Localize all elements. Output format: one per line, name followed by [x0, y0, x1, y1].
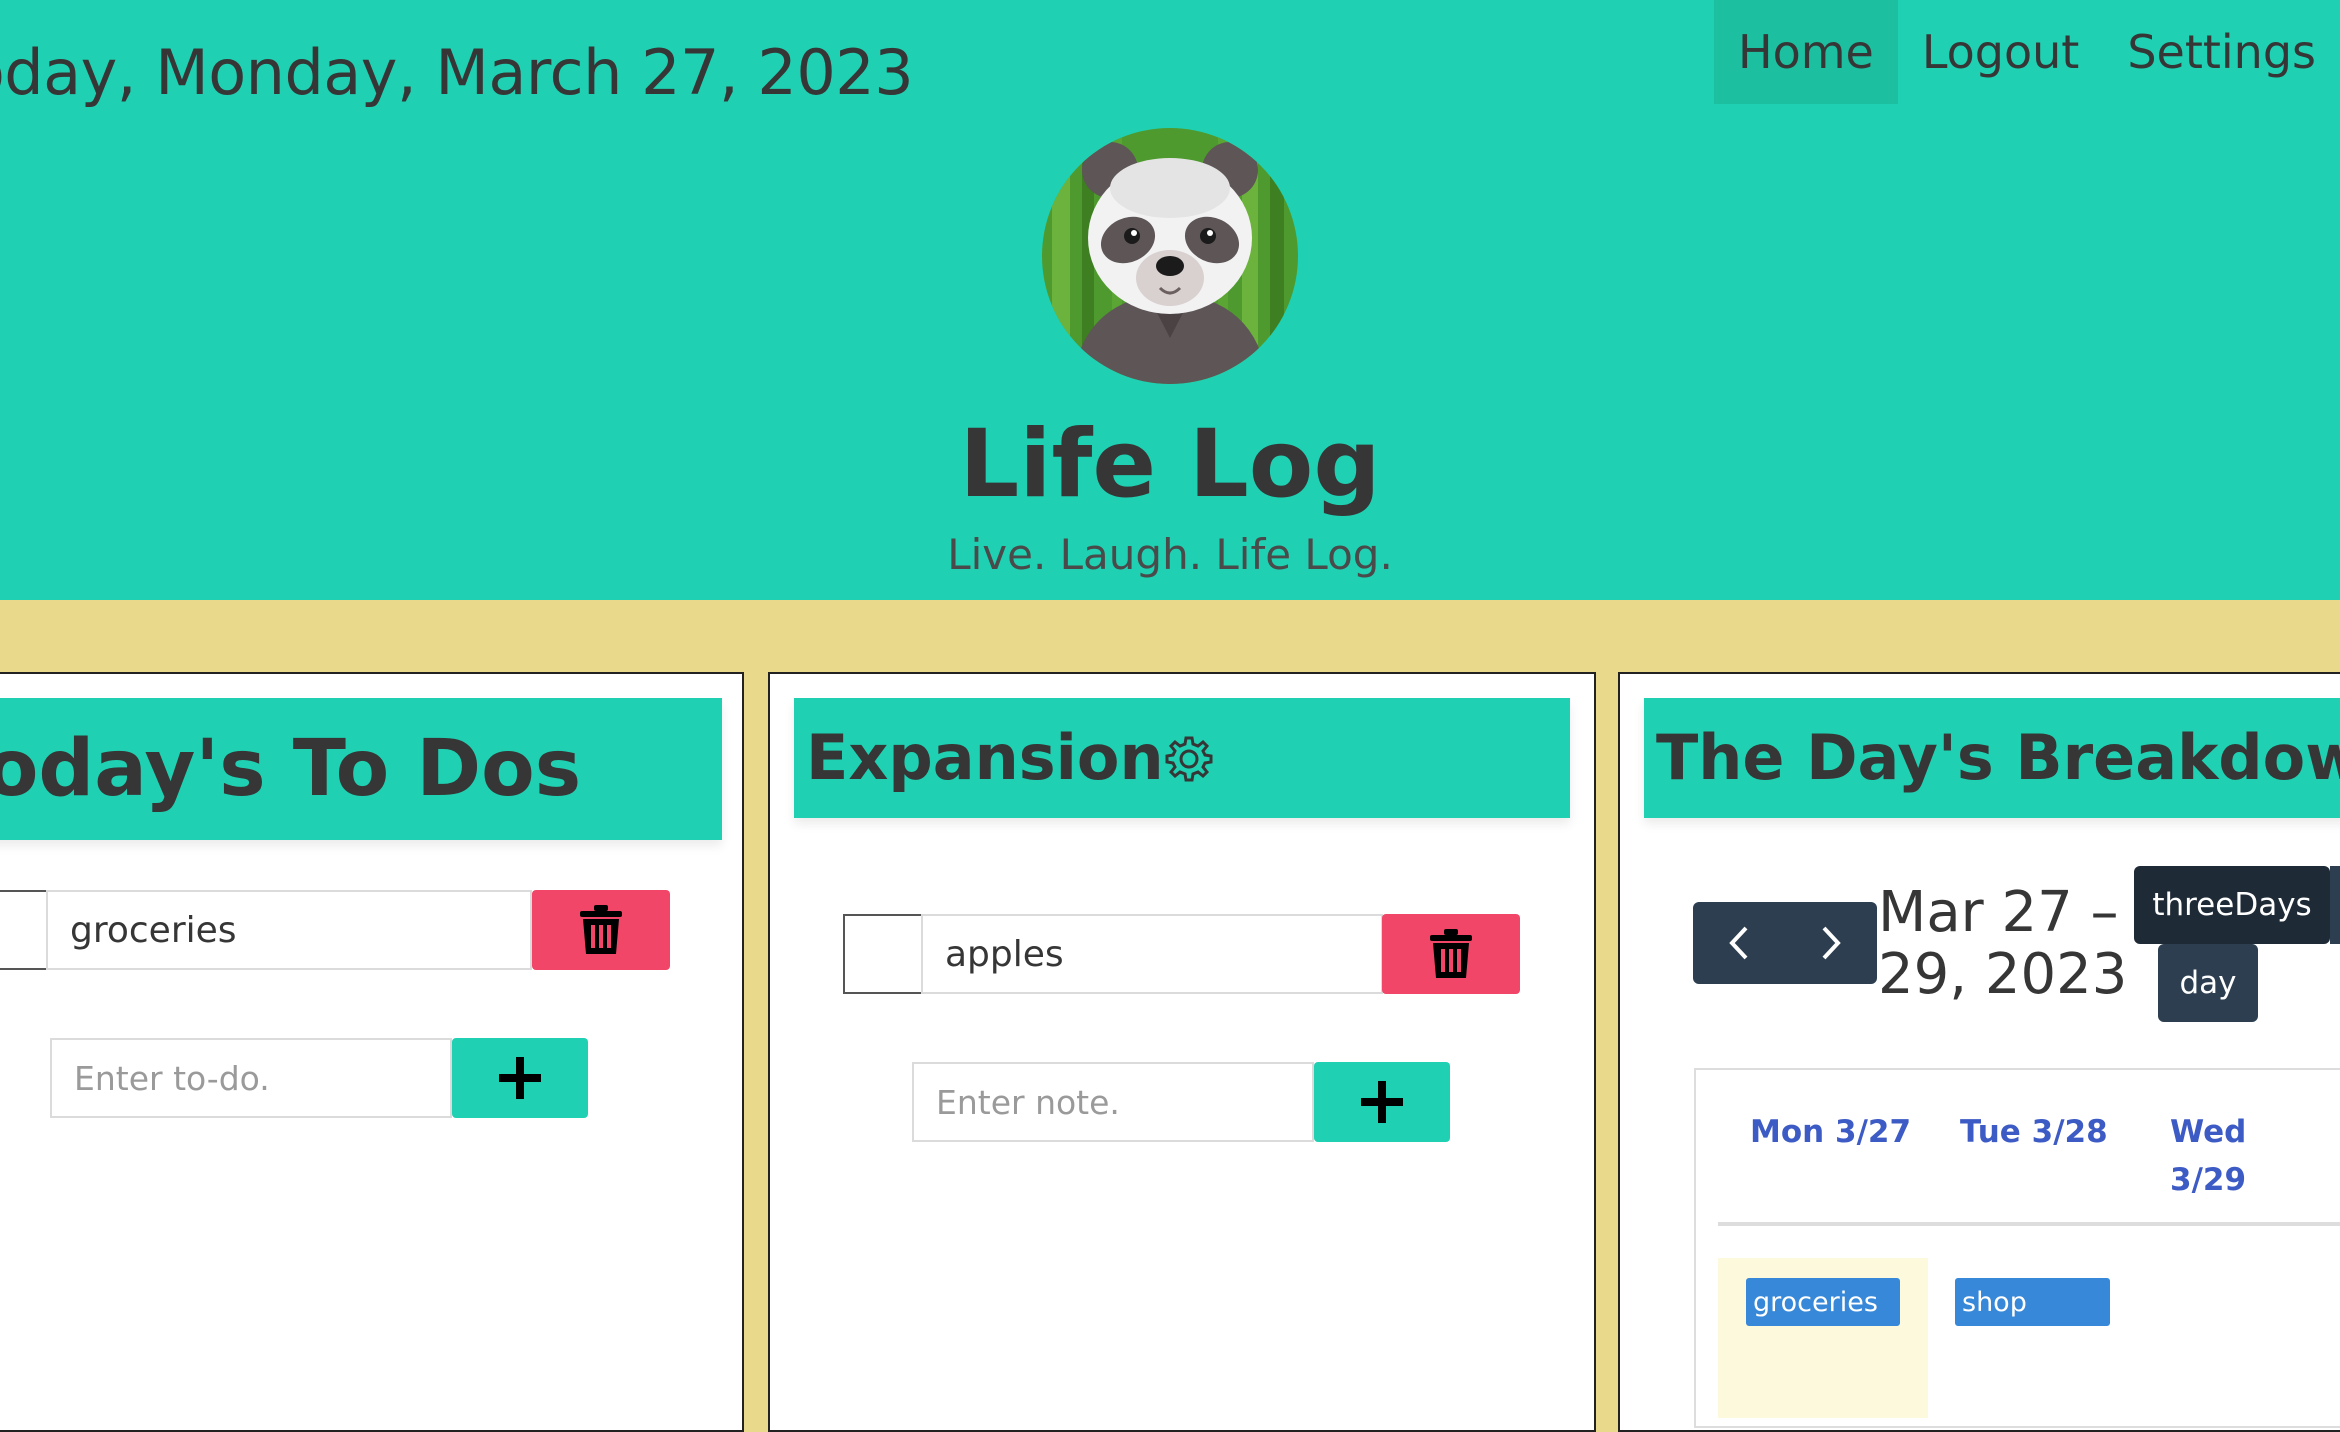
app-title: Life Log [959, 410, 1381, 519]
expansion-card-header: Expansion [794, 698, 1570, 818]
calendar-header-divider [1718, 1222, 2340, 1226]
view-threedays-button[interactable]: threeDays [2134, 866, 2330, 944]
todo-delete-button[interactable] [532, 890, 670, 970]
add-note-button[interactable] [1314, 1062, 1450, 1142]
trash-icon [1430, 929, 1472, 978]
todo-item-field[interactable]: groceries [46, 890, 532, 970]
trash-icon [580, 905, 622, 954]
hero-header: Today, Monday, March 27, 2023 Home Logou… [0, 0, 2340, 600]
todos-heading: Today's To Dos [0, 724, 582, 814]
expansion-item-field[interactable]: apples [921, 914, 1383, 994]
next-button[interactable] [1785, 902, 1877, 984]
nav-logout[interactable]: Logout [1898, 0, 2104, 104]
chevron-left-icon [1729, 926, 1748, 960]
nav-settings[interactable]: Settings [2103, 0, 2340, 104]
day-header-mon[interactable]: Mon 3/27 [1750, 1108, 1940, 1156]
current-date: Today, Monday, March 27, 2023 [0, 36, 914, 109]
todo-input[interactable]: Enter to-do. [50, 1038, 452, 1118]
expansion-checkbox[interactable] [843, 914, 923, 994]
breakdown-card-header: The Day's Breakdown [1644, 698, 2340, 818]
prev-button[interactable] [1693, 902, 1785, 984]
expansion-heading: Expansion [806, 721, 1164, 794]
view-button-edge [2330, 866, 2340, 944]
app-tagline: Live. Laugh. Life Log. [947, 530, 1393, 579]
add-todo-button[interactable] [452, 1038, 588, 1118]
nav-home[interactable]: Home [1713, 0, 1898, 104]
plus-icon [1361, 1081, 1403, 1123]
plus-icon [499, 1057, 541, 1099]
breakdown-heading: The Day's Breakdown [1656, 721, 2340, 794]
chevron-right-icon [1822, 926, 1841, 960]
todo-checkbox[interactable] [0, 890, 48, 970]
calendar-nav-group [1693, 902, 1877, 984]
view-day-button[interactable]: day [2158, 944, 2258, 1022]
day-header-tue[interactable]: Tue 3/28 [1960, 1108, 2150, 1156]
expansion-delete-button[interactable] [1382, 914, 1520, 994]
calendar-event-shop[interactable]: shop [1955, 1278, 2110, 1326]
gear-icon[interactable] [1164, 734, 1214, 784]
panda-avatar [1042, 128, 1298, 384]
note-input[interactable]: Enter note. [912, 1062, 1314, 1142]
day-header-wed[interactable]: Wed 3/29 [2170, 1108, 2260, 1204]
calendar-range-title: Mar 27 – 29, 2023 [1878, 880, 2128, 1007]
top-nav: Home Logout Settings [1713, 0, 2340, 104]
expansion-card: Expansion [768, 672, 1596, 1432]
todos-card-header: Today's To Dos [0, 698, 722, 840]
calendar-event-groceries[interactable]: groceries [1746, 1278, 1900, 1326]
